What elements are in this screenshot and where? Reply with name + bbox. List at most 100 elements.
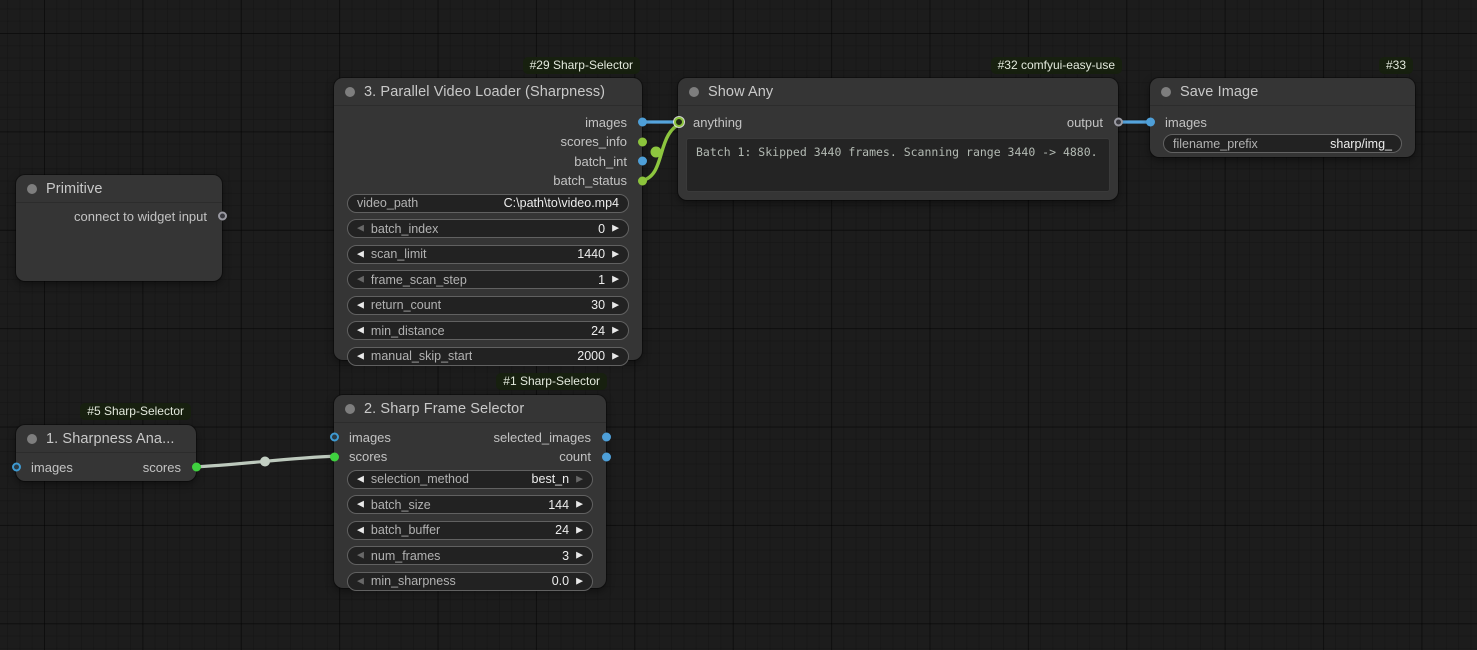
output-port-batch-int[interactable]	[638, 157, 647, 166]
number-widget-min-sharpness[interactable]: ◀ min_sharpness 0.0 ▶	[347, 572, 593, 591]
link-midpoint-dot	[651, 147, 662, 158]
decrement-arrow-icon[interactable]: ◀	[357, 275, 364, 284]
decrement-arrow-icon[interactable]: ◀	[357, 326, 364, 335]
number-widget-min-distance[interactable]: ◀ min_distance 24 ▶	[347, 321, 629, 340]
decrement-arrow-icon[interactable]: ◀	[357, 249, 364, 258]
increment-arrow-icon[interactable]: ▶	[576, 576, 583, 585]
node-show-any[interactable]: Show Any anything output Batch 1: Skippe…	[678, 78, 1118, 200]
number-widget-frame-scan-step[interactable]: ◀ frame_scan_step 1 ▶	[347, 270, 629, 289]
decrement-arrow-icon[interactable]: ◀	[357, 351, 364, 360]
port-row: images selected_images	[334, 428, 606, 448]
input-label: images	[31, 460, 73, 475]
output-label: count	[559, 449, 591, 464]
decrement-arrow-icon[interactable]: ◀	[357, 300, 364, 309]
collapse-dot-icon[interactable]	[27, 184, 37, 194]
collapse-dot-icon[interactable]	[345, 404, 355, 414]
node-sharpness-analyzer[interactable]: 1. Sharpness Ana... images scores	[16, 425, 196, 481]
node-primitive[interactable]: Primitive connect to widget input	[16, 175, 222, 281]
number-widget-manual-skip-start[interactable]: ◀ manual_skip_start 2000 ▶	[347, 347, 629, 366]
collapse-dot-icon[interactable]	[345, 87, 355, 97]
widget-value: C:\path\to\video.mp4	[504, 196, 619, 210]
node-parallel-video-loader[interactable]: 3. Parallel Video Loader (Sharpness) ima…	[334, 78, 642, 360]
increment-arrow-icon[interactable]: ▶	[576, 474, 583, 483]
widget-label: selection_method	[371, 472, 469, 486]
increment-arrow-icon[interactable]: ▶	[612, 300, 619, 309]
increment-arrow-icon[interactable]: ▶	[576, 551, 583, 560]
decrement-arrow-icon[interactable]: ◀	[357, 551, 364, 560]
widget-label: manual_skip_start	[371, 349, 472, 363]
number-widget-batch-buffer[interactable]: ◀ batch_buffer 24 ▶	[347, 521, 593, 540]
node-graph-canvas[interactable]: #29 Sharp-Selector #32 comfyui-easy-use …	[0, 0, 1477, 650]
combo-widget-selection-method[interactable]: ◀ selection_method best_n ▶	[347, 470, 593, 489]
output-port-images[interactable]	[638, 118, 647, 127]
decrement-arrow-icon[interactable]: ◀	[357, 474, 364, 483]
port-row: images	[1150, 113, 1415, 133]
node-title: 1. Sharpness Ana...	[46, 431, 174, 447]
widget-label: filename_prefix	[1173, 137, 1258, 151]
widget-label: min_distance	[371, 324, 445, 338]
number-widget-return-count[interactable]: ◀ return_count 30 ▶	[347, 296, 629, 315]
decrement-arrow-icon[interactable]: ◀	[357, 224, 364, 233]
output-label: scores_info	[561, 134, 627, 149]
increment-arrow-icon[interactable]: ▶	[576, 525, 583, 534]
output-row: batch_int	[334, 152, 642, 172]
collapse-dot-icon[interactable]	[1161, 87, 1171, 97]
decrement-arrow-icon[interactable]: ◀	[357, 525, 364, 534]
output-label: selected_images	[493, 430, 591, 445]
decrement-arrow-icon[interactable]: ◀	[357, 576, 364, 585]
increment-arrow-icon[interactable]: ▶	[612, 326, 619, 335]
output-port-output[interactable]	[1114, 118, 1123, 127]
widget-value: sharp/img_	[1330, 137, 1392, 151]
number-widget-batch-index[interactable]: ◀ batch_index 0 ▶	[347, 219, 629, 238]
node-title: 2. Sharp Frame Selector	[364, 401, 524, 417]
node-id-badge: #33	[1379, 57, 1413, 74]
widget-label: min_sharpness	[371, 574, 456, 588]
widget-value: 3	[562, 549, 569, 563]
output-port-scores-info[interactable]	[638, 137, 647, 146]
text-widget-filename-prefix[interactable]: filename_prefix sharp/img_	[1163, 134, 1402, 153]
collapse-dot-icon[interactable]	[689, 87, 699, 97]
widget-label: return_count	[371, 298, 441, 312]
widget-value: 0.0	[552, 574, 569, 588]
widget-value: 144	[548, 498, 569, 512]
node-title: Show Any	[708, 84, 773, 100]
output-port-scores[interactable]	[192, 463, 201, 472]
input-label: anything	[693, 115, 742, 130]
increment-arrow-icon[interactable]: ▶	[612, 351, 619, 360]
widget-value: 24	[555, 523, 569, 537]
node-sharp-frame-selector[interactable]: 2. Sharp Frame Selector images selected_…	[334, 395, 606, 588]
increment-arrow-icon[interactable]: ▶	[612, 275, 619, 284]
output-port-selected-images[interactable]	[602, 433, 611, 442]
widget-label: batch_size	[371, 498, 431, 512]
widget-value: 2000	[577, 349, 605, 363]
node-title-bar[interactable]: Save Image	[1150, 78, 1415, 106]
number-widget-scan-limit[interactable]: ◀ scan_limit 1440 ▶	[347, 245, 629, 264]
output-port-count[interactable]	[602, 452, 611, 461]
collapse-dot-icon[interactable]	[27, 434, 37, 444]
text-widget-video-path[interactable]: video_path C:\path\to\video.mp4	[347, 194, 629, 213]
input-port-images[interactable]	[12, 463, 21, 472]
output-label: scores	[143, 460, 181, 475]
node-title-bar[interactable]: Primitive	[16, 175, 222, 203]
increment-arrow-icon[interactable]: ▶	[612, 249, 619, 258]
log-text-area[interactable]: Batch 1: Skipped 3440 frames. Scanning r…	[686, 138, 1110, 192]
number-widget-batch-size[interactable]: ◀ batch_size 144 ▶	[347, 495, 593, 514]
input-port-anything[interactable]	[674, 117, 684, 127]
widget-label: batch_buffer	[371, 523, 440, 537]
input-port-images[interactable]	[330, 433, 339, 442]
number-widget-num-frames[interactable]: ◀ num_frames 3 ▶	[347, 546, 593, 565]
input-label: scores	[349, 449, 387, 464]
output-port-batch-status[interactable]	[638, 176, 647, 185]
input-port-scores[interactable]	[330, 452, 339, 461]
node-title-bar[interactable]: 1. Sharpness Ana...	[16, 425, 196, 453]
increment-arrow-icon[interactable]: ▶	[576, 500, 583, 509]
node-title-bar[interactable]: Show Any	[678, 78, 1118, 106]
increment-arrow-icon[interactable]: ▶	[612, 224, 619, 233]
node-save-image[interactable]: Save Image images filename_prefix sharp/…	[1150, 78, 1415, 157]
widget-label: batch_index	[371, 222, 438, 236]
input-port-images[interactable]	[1146, 118, 1155, 127]
node-title-bar[interactable]: 2. Sharp Frame Selector	[334, 395, 606, 423]
decrement-arrow-icon[interactable]: ◀	[357, 500, 364, 509]
output-port-widget[interactable]	[218, 212, 227, 221]
node-title-bar[interactable]: 3. Parallel Video Loader (Sharpness)	[334, 78, 642, 106]
